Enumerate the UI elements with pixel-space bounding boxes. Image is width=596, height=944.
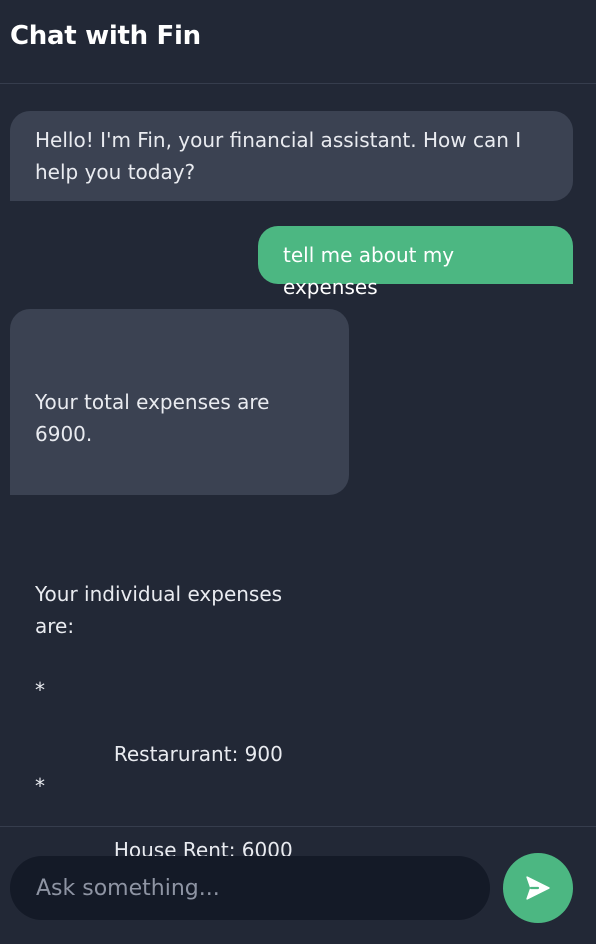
list-bullet: * bbox=[35, 774, 45, 798]
message-list: Hello! I'm Fin, your financial assistant… bbox=[0, 85, 596, 862]
expense-item-text: Restarurant: 900 bbox=[113, 742, 283, 766]
chat-header: Chat with Fin bbox=[0, 0, 596, 84]
paper-plane-icon bbox=[526, 876, 550, 900]
expense-total-text: Your total expenses are 6900. bbox=[35, 390, 276, 446]
chat-app: Chat with Fin Hello! I'm Fin, your finan… bbox=[0, 0, 596, 944]
send-button[interactable] bbox=[503, 853, 573, 923]
list-bullet: * bbox=[35, 678, 45, 702]
bot-message: Hello! I'm Fin, your financial assistant… bbox=[10, 111, 573, 201]
user-message: tell me about my expenses bbox=[258, 226, 573, 299]
expense-list-item: * House Rent: 6000 bbox=[35, 770, 324, 862]
expense-list-item: * Restarurant: 900 bbox=[35, 674, 324, 766]
bot-message: Your total expenses are 6900. Your indiv… bbox=[10, 309, 349, 862]
page-title: Chat with Fin bbox=[10, 21, 201, 51]
expense-list-heading: Your individual expenses are: bbox=[35, 582, 289, 638]
message-input[interactable] bbox=[10, 856, 490, 920]
message-composer bbox=[0, 826, 596, 944]
